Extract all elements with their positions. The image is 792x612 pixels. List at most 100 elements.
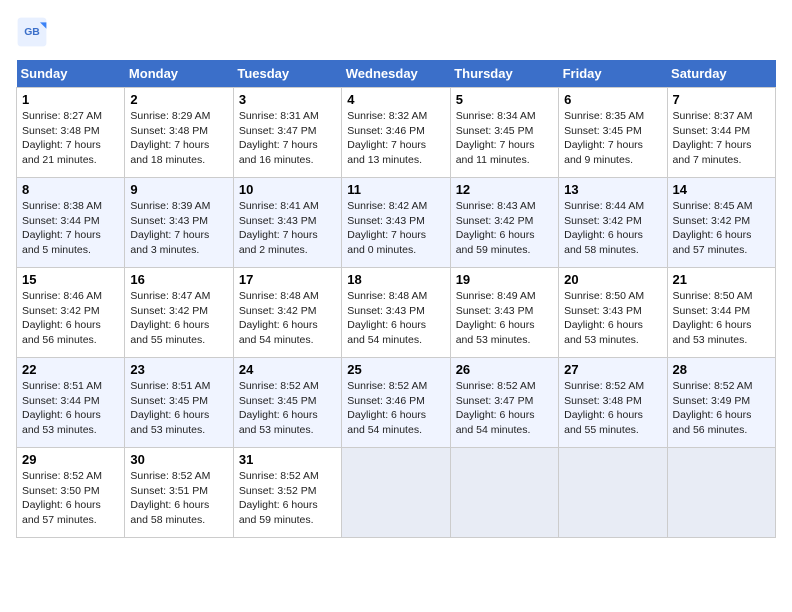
day-number: 5 (456, 92, 553, 107)
day-number: 28 (673, 362, 770, 377)
day-number: 25 (347, 362, 444, 377)
cell-sun-info: Sunrise: 8:37 AMSunset: 3:44 PMDaylight:… (673, 109, 770, 168)
cell-sun-info: Sunrise: 8:47 AMSunset: 3:42 PMDaylight:… (130, 289, 227, 348)
day-number: 11 (347, 182, 444, 197)
cell-sun-info: Sunrise: 8:32 AMSunset: 3:46 PMDaylight:… (347, 109, 444, 168)
day-number: 30 (130, 452, 227, 467)
calendar-cell (559, 448, 667, 538)
cell-sun-info: Sunrise: 8:29 AMSunset: 3:48 PMDaylight:… (130, 109, 227, 168)
calendar-cell: 26 Sunrise: 8:52 AMSunset: 3:47 PMDayligh… (450, 358, 558, 448)
svg-text:GB: GB (24, 27, 40, 38)
page-header: GB (16, 16, 776, 48)
cell-sun-info: Sunrise: 8:52 AMSunset: 3:45 PMDaylight:… (239, 379, 336, 438)
day-header-saturday: Saturday (667, 60, 775, 88)
cell-sun-info: Sunrise: 8:52 AMSunset: 3:49 PMDaylight:… (673, 379, 770, 438)
calendar-cell: 30 Sunrise: 8:52 AMSunset: 3:51 PMDayligh… (125, 448, 233, 538)
calendar-cell: 15 Sunrise: 8:46 AMSunset: 3:42 PMDayligh… (17, 268, 125, 358)
cell-sun-info: Sunrise: 8:35 AMSunset: 3:45 PMDaylight:… (564, 109, 661, 168)
cell-sun-info: Sunrise: 8:48 AMSunset: 3:43 PMDaylight:… (347, 289, 444, 348)
day-number: 17 (239, 272, 336, 287)
calendar-cell: 31 Sunrise: 8:52 AMSunset: 3:52 PMDayligh… (233, 448, 341, 538)
day-number: 20 (564, 272, 661, 287)
calendar-cell: 12 Sunrise: 8:43 AMSunset: 3:42 PMDayligh… (450, 178, 558, 268)
day-number: 12 (456, 182, 553, 197)
day-number: 18 (347, 272, 444, 287)
calendar-cell: 25 Sunrise: 8:52 AMSunset: 3:46 PMDayligh… (342, 358, 450, 448)
day-number: 16 (130, 272, 227, 287)
day-number: 3 (239, 92, 336, 107)
calendar-cell: 2Sunrise: 8:29 AMSunset: 3:48 PMDaylight… (125, 88, 233, 178)
calendar-cell: 22Sunrise: 8:51 AMSunset: 3:44 PMDayligh… (17, 358, 125, 448)
calendar-cell: 18 Sunrise: 8:48 AMSunset: 3:43 PMDayligh… (342, 268, 450, 358)
day-header-wednesday: Wednesday (342, 60, 450, 88)
calendar-header-row: SundayMondayTuesdayWednesdayThursdayFrid… (17, 60, 776, 88)
calendar-week-1: 1Sunrise: 8:27 AMSunset: 3:48 PMDaylight… (17, 88, 776, 178)
calendar-cell: 8Sunrise: 8:38 AMSunset: 3:44 PMDaylight… (17, 178, 125, 268)
calendar-cell: 5 Sunrise: 8:34 AMSunset: 3:45 PMDaylight… (450, 88, 558, 178)
day-number: 9 (130, 182, 227, 197)
calendar-cell: 28 Sunrise: 8:52 AMSunset: 3:49 PMDayligh… (667, 358, 775, 448)
cell-sun-info: Sunrise: 8:52 AMSunset: 3:46 PMDaylight:… (347, 379, 444, 438)
cell-sun-info: Sunrise: 8:52 AMSunset: 3:50 PMDaylight:… (22, 469, 119, 528)
calendar-cell (450, 448, 558, 538)
cell-sun-info: Sunrise: 8:45 AMSunset: 3:42 PMDaylight:… (673, 199, 770, 258)
calendar-cell (667, 448, 775, 538)
cell-sun-info: Sunrise: 8:52 AMSunset: 3:48 PMDaylight:… (564, 379, 661, 438)
day-number: 19 (456, 272, 553, 287)
cell-sun-info: Sunrise: 8:44 AMSunset: 3:42 PMDaylight:… (564, 199, 661, 258)
day-header-monday: Monday (125, 60, 233, 88)
day-number: 1 (22, 92, 119, 107)
calendar-week-2: 8Sunrise: 8:38 AMSunset: 3:44 PMDaylight… (17, 178, 776, 268)
day-number: 27 (564, 362, 661, 377)
calendar-cell: 23 Sunrise: 8:51 AMSunset: 3:45 PMDayligh… (125, 358, 233, 448)
cell-sun-info: Sunrise: 8:31 AMSunset: 3:47 PMDaylight:… (239, 109, 336, 168)
cell-sun-info: Sunrise: 8:52 AMSunset: 3:51 PMDaylight:… (130, 469, 227, 528)
day-number: 31 (239, 452, 336, 467)
day-number: 26 (456, 362, 553, 377)
day-number: 10 (239, 182, 336, 197)
calendar-cell (342, 448, 450, 538)
day-header-sunday: Sunday (17, 60, 125, 88)
calendar-week-5: 29 Sunrise: 8:52 AMSunset: 3:50 PMDayligh… (17, 448, 776, 538)
day-number: 15 (22, 272, 119, 287)
calendar-cell: 4Sunrise: 8:32 AMSunset: 3:46 PMDaylight… (342, 88, 450, 178)
day-header-thursday: Thursday (450, 60, 558, 88)
calendar-cell: 7 Sunrise: 8:37 AMSunset: 3:44 PMDaylight… (667, 88, 775, 178)
day-number: 22 (22, 362, 119, 377)
calendar-cell: 16 Sunrise: 8:47 AMSunset: 3:42 PMDayligh… (125, 268, 233, 358)
day-number: 14 (673, 182, 770, 197)
day-number: 29 (22, 452, 119, 467)
day-number: 23 (130, 362, 227, 377)
cell-sun-info: Sunrise: 8:50 AMSunset: 3:44 PMDaylight:… (673, 289, 770, 348)
cell-sun-info: Sunrise: 8:48 AMSunset: 3:42 PMDaylight:… (239, 289, 336, 348)
cell-sun-info: Sunrise: 8:51 AMSunset: 3:45 PMDaylight:… (130, 379, 227, 438)
day-number: 24 (239, 362, 336, 377)
logo-icon: GB (16, 16, 48, 48)
cell-sun-info: Sunrise: 8:46 AMSunset: 3:42 PMDaylight:… (22, 289, 119, 348)
calendar-cell: 6Sunrise: 8:35 AMSunset: 3:45 PMDaylight… (559, 88, 667, 178)
cell-sun-info: Sunrise: 8:43 AMSunset: 3:42 PMDaylight:… (456, 199, 553, 258)
cell-sun-info: Sunrise: 8:38 AMSunset: 3:44 PMDaylight:… (22, 199, 119, 258)
calendar-cell: 1Sunrise: 8:27 AMSunset: 3:48 PMDaylight… (17, 88, 125, 178)
day-number: 21 (673, 272, 770, 287)
calendar-cell: 14 Sunrise: 8:45 AMSunset: 3:42 PMDayligh… (667, 178, 775, 268)
cell-sun-info: Sunrise: 8:34 AMSunset: 3:45 PMDaylight:… (456, 109, 553, 168)
cell-sun-info: Sunrise: 8:52 AMSunset: 3:47 PMDaylight:… (456, 379, 553, 438)
cell-sun-info: Sunrise: 8:52 AMSunset: 3:52 PMDaylight:… (239, 469, 336, 528)
logo: GB (16, 16, 52, 48)
calendar-table: SundayMondayTuesdayWednesdayThursdayFrid… (16, 60, 776, 538)
day-number: 13 (564, 182, 661, 197)
cell-sun-info: Sunrise: 8:39 AMSunset: 3:43 PMDaylight:… (130, 199, 227, 258)
cell-sun-info: Sunrise: 8:49 AMSunset: 3:43 PMDaylight:… (456, 289, 553, 348)
calendar-cell: 17 Sunrise: 8:48 AMSunset: 3:42 PMDayligh… (233, 268, 341, 358)
calendar-cell: 29 Sunrise: 8:52 AMSunset: 3:50 PMDayligh… (17, 448, 125, 538)
calendar-cell: 19 Sunrise: 8:49 AMSunset: 3:43 PMDayligh… (450, 268, 558, 358)
calendar-week-3: 15 Sunrise: 8:46 AMSunset: 3:42 PMDayligh… (17, 268, 776, 358)
calendar-cell: 21 Sunrise: 8:50 AMSunset: 3:44 PMDayligh… (667, 268, 775, 358)
day-number: 7 (673, 92, 770, 107)
calendar-cell: 9 Sunrise: 8:39 AMSunset: 3:43 PMDaylight… (125, 178, 233, 268)
calendar-cell: 20Sunrise: 8:50 AMSunset: 3:43 PMDayligh… (559, 268, 667, 358)
cell-sun-info: Sunrise: 8:42 AMSunset: 3:43 PMDaylight:… (347, 199, 444, 258)
calendar-cell: 24 Sunrise: 8:52 AMSunset: 3:45 PMDayligh… (233, 358, 341, 448)
calendar-cell: 10Sunrise: 8:41 AMSunset: 3:43 PMDayligh… (233, 178, 341, 268)
